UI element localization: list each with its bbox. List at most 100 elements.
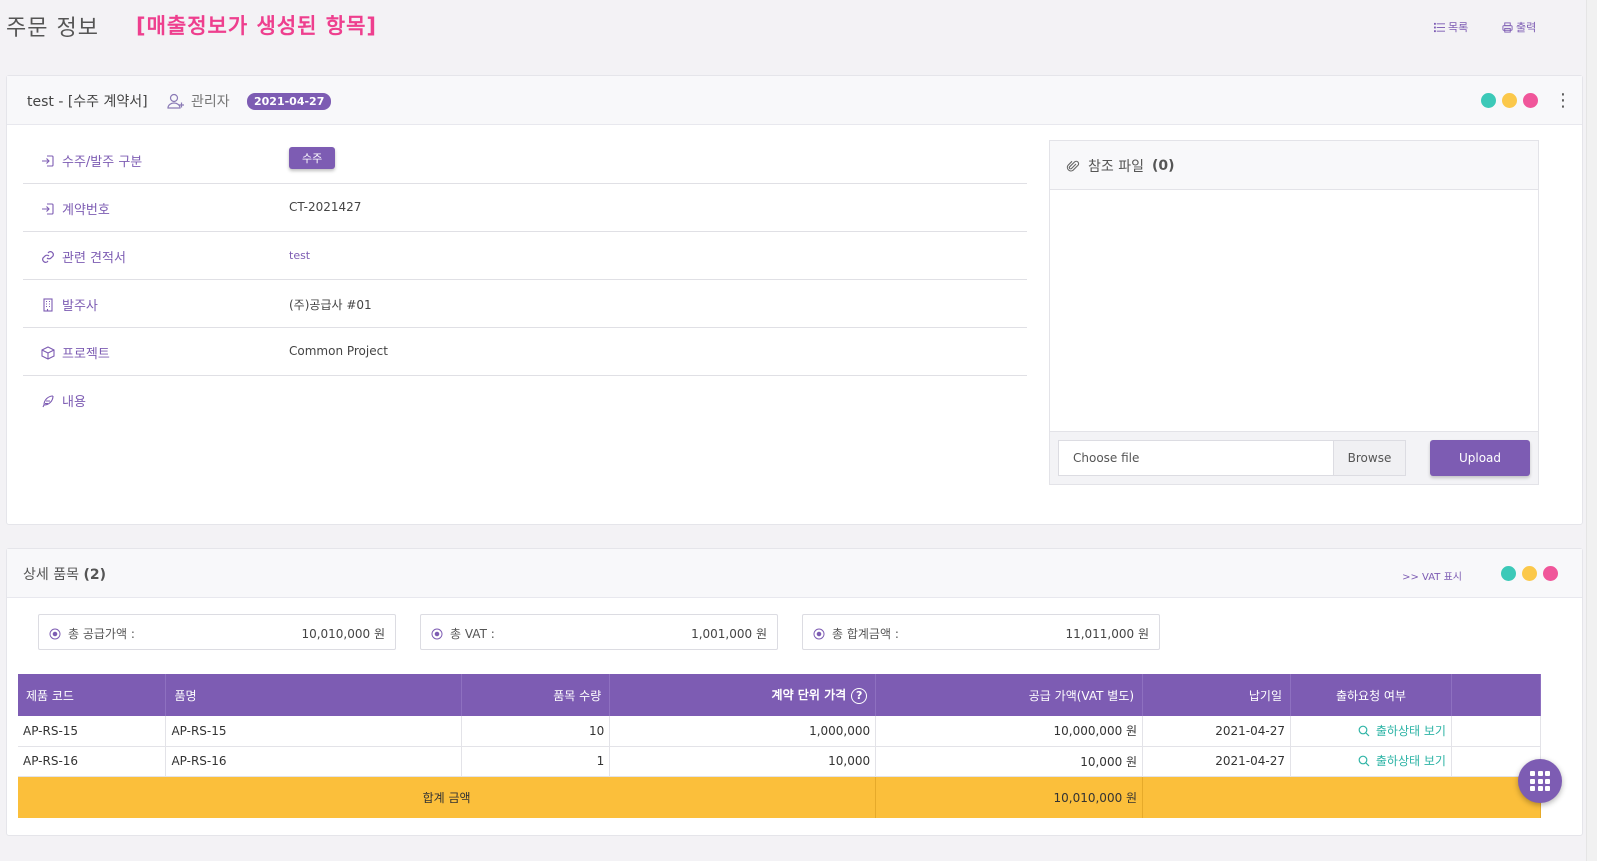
total-supply-box: 총 공급가액 : 10,010,000 원 [38,614,396,650]
vat-toggle-link[interactable]: >> VAT 표시 [1402,568,1462,583]
target-icon [49,628,61,639]
page-scrollbar[interactable] [1586,0,1597,861]
field-label-contract-no: 계약번호 [41,199,110,218]
order-title: test - [수주 계약서] [27,94,148,110]
apps-fab-button[interactable] [1518,759,1562,803]
grand-total-value: 11,011,000 원 [1065,627,1149,641]
col-supply-amount[interactable]: 공급 가액(VAT 별도) [875,674,1144,716]
items-card: 상세 품목 (2) >> VAT 표시 총 공급가액 : 10,010,000 … [6,548,1583,836]
cell-code: AP-RS-16 [18,746,167,777]
total-value: 10,010,000 원 [875,776,1144,818]
order-type-tag: 수주 [289,147,336,169]
field-label-text: 관련 견적서 [62,251,126,266]
client-company: (주)공급사 #01 [289,298,372,312]
field-label-project: 프로젝트 [41,343,110,362]
items-title: 상세 품목 (2) [23,564,106,584]
summary-label-text: 총 VAT : [450,627,495,641]
teal-dot[interactable] [1481,93,1496,108]
cell-due: 2021-04-27 [1142,716,1292,747]
cell-qty: 10 [461,716,611,747]
summary-label-text: 총 합계금액 : [832,627,899,641]
target-icon [813,628,825,639]
sign-in-icon [42,202,54,215]
field-label-text: 프로젝트 [62,347,110,362]
print-link[interactable]: 출력 [1502,19,1536,35]
file-input-placeholder: Choose file [1073,451,1140,465]
items-table: 제품 코드 품명 품목 수량 계약 단위 가격? 공급 가액(VAT 별도) 납… [18,674,1542,818]
field-row-project: 프로젝트 Common Project [23,328,1027,376]
ship-status-label: 출하상태 보기 [1375,754,1446,769]
field-row-quote: 관련 견적서 test [23,232,1027,280]
cell-due: 2021-04-27 [1142,746,1292,777]
col-ship-request[interactable]: 출하요청 여부 [1290,674,1452,716]
cell-code: AP-RS-15 [18,716,167,747]
user-icon [167,93,184,109]
field-label-client: 발주사 [41,295,98,314]
search-icon [1358,725,1370,736]
order-fields: 수주/발주 구분 수주 계약번호 CT-2021427 관련 견적서 test … [23,136,1027,424]
yellow-dot[interactable] [1502,93,1517,108]
cell-supply: 10,000 원 [875,746,1144,777]
field-row-content: 내용 [23,376,1027,424]
field-label-text: 발주사 [62,299,98,314]
ship-status-link[interactable]: 출하상태 보기 [1358,752,1446,769]
items-title-text: 상세 품목 [23,567,79,583]
grand-total-label: 총 합계금액 : [813,625,899,642]
help-icon[interactable]: ? [851,687,868,704]
upload-bar: Choose file Browse Upload [1050,431,1538,484]
printer-icon [1502,21,1513,33]
total-label: 합계 금액 [18,776,877,818]
search-icon [1358,755,1370,767]
order-user: 관리자 [167,91,230,111]
total-vat-value: 1,001,000 원 [691,627,767,641]
table-row: AP-RS-16 AP-RS-16 1 10,000 10,000 원 2021… [18,746,1542,777]
window-dots [1481,93,1538,108]
list-link[interactable]: 목록 [1434,19,1468,35]
col-unit-price-label: 계약 단위 가격 [771,688,847,703]
total-vat-box: 총 VAT : 1,001,000 원 [420,614,778,650]
contract-number: CT-2021427 [289,200,362,214]
browse-button[interactable]: Browse [1333,441,1405,475]
list-link-label: 목록 [1448,21,1469,34]
list-icon [1434,22,1445,32]
related-quote-link[interactable]: test [289,249,310,262]
order-card-header: test - [수주 계약서] 관리자 2021-04-27 ⋮ [7,76,1582,125]
cell-qty: 1 [461,746,611,777]
cell-ship: 출하상태 보기 [1290,746,1452,777]
cell-unit-price: 10,000 [609,746,877,777]
col-product-name[interactable]: 품명 [165,674,463,716]
col-due-date[interactable]: 납기일 [1142,674,1292,716]
upload-button[interactable]: Upload [1430,440,1530,476]
cell-name: AP-RS-16 [165,746,463,777]
ship-status-link[interactable]: 출하상태 보기 [1358,722,1446,739]
pink-dot[interactable] [1543,566,1558,581]
cell-unit-price: 1,000,000 [609,716,877,747]
total-supply-label: 총 공급가액 : [49,625,135,642]
paperclip-icon [1066,160,1080,172]
cell-supply: 10,000,000 원 [875,716,1144,747]
col-unit-price[interactable]: 계약 단위 가격? [609,674,877,716]
total-row: 합계 금액 10,010,000 원 [18,776,1541,818]
ship-status-label: 출하상태 보기 [1375,724,1446,738]
files-count: (0) [1151,158,1175,174]
col-empty [1451,674,1542,716]
yellow-dot[interactable] [1522,566,1537,581]
date-badge: 2021-04-27 [247,93,332,110]
kebab-menu-icon[interactable]: ⋮ [1554,90,1572,111]
print-link-label: 출력 [1516,21,1537,34]
building-icon [43,297,53,312]
box-icon [41,345,55,360]
file-input[interactable]: Choose file Browse [1058,440,1406,476]
target-icon [431,628,443,639]
teal-dot[interactable] [1501,566,1516,581]
files-title: 참조 파일 (0) [1066,156,1175,176]
pink-dot[interactable] [1523,93,1538,108]
col-product-code[interactable]: 제품 코드 [18,674,167,716]
table-header-row: 제품 코드 품명 품목 수량 계약 단위 가격? 공급 가액(VAT 별도) 납… [18,674,1542,716]
window-dots [1501,566,1558,581]
col-quantity[interactable]: 품목 수량 [461,674,611,716]
field-label-text: 계약번호 [62,203,110,218]
field-label-type: 수주/발주 구분 [41,151,142,170]
sign-in-icon [42,154,54,167]
field-label-quote: 관련 견적서 [41,247,126,266]
